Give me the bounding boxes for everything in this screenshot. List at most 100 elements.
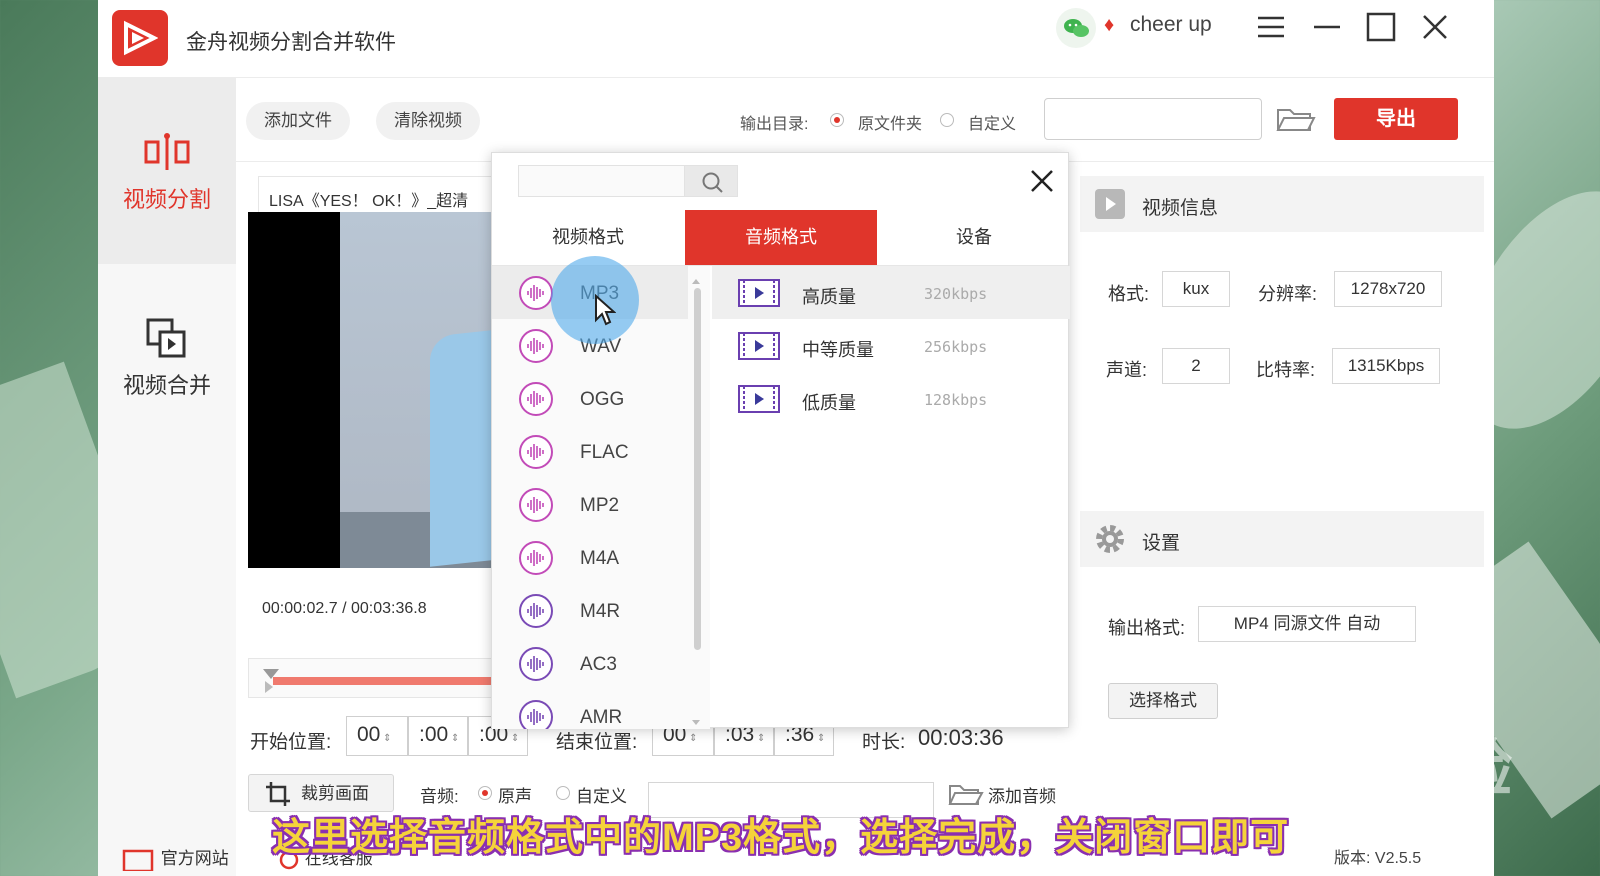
format-item-flac[interactable]: FLAC [492, 425, 688, 478]
audio-wave-icon [519, 329, 553, 363]
video-info-header: 视频信息 [1080, 176, 1484, 232]
official-site-link[interactable]: 官方网站 [122, 844, 229, 872]
sidebar-item-label: 视频合并 [122, 373, 211, 398]
quality-item[interactable]: 高质量 320kbps [712, 266, 1070, 319]
user-name[interactable]: cheer up [1130, 13, 1212, 37]
channels-label: 声道: [1106, 360, 1148, 380]
format-item-mp2[interactable]: MP2 [492, 478, 688, 531]
audio-original-label[interactable]: 原声 [498, 782, 532, 807]
radio-audio-original[interactable] [478, 786, 492, 800]
play-icon [1095, 189, 1125, 219]
add-audio-button[interactable]: 添加音频 [988, 782, 1056, 807]
audio-label: 音频: [420, 787, 459, 806]
app-title: 金舟视频分割合并软件 [186, 31, 396, 54]
format-popup: 视频格式 音频格式 设备 MP3WAVOGGFLACMP2M4AM4RAC3AM… [491, 152, 1070, 729]
sidebar-item-split[interactable]: 视频分割 [98, 78, 236, 264]
sidebar: 视频分割 视频合并 [98, 78, 236, 876]
sidebar-item-merge[interactable]: 视频合并 [98, 264, 236, 450]
format-item-ac3[interactable]: AC3 [492, 637, 688, 690]
format-name: M4R [580, 601, 621, 622]
format-name: AMR [580, 707, 623, 728]
option-original-label[interactable]: 原文件夹 [858, 110, 922, 134]
format-item-m4a[interactable]: M4A [492, 531, 688, 584]
folder-open-icon[interactable] [1276, 106, 1316, 139]
radio-audio-custom[interactable] [556, 786, 570, 800]
audio-wave-icon [519, 435, 553, 469]
settings-title: 设置 [1142, 533, 1181, 554]
version-label: 版本: V2.5.5 [1334, 850, 1422, 867]
radio-custom-folder[interactable] [940, 113, 954, 127]
format-name: OGG [580, 389, 625, 410]
quality-name: 低质量 [802, 393, 856, 413]
add-file-button[interactable]: 添加文件 [246, 102, 350, 140]
video-file-icon [738, 279, 780, 307]
split-icon [144, 133, 190, 170]
output-path-input[interactable] [1044, 98, 1262, 140]
start-minute-input[interactable]: :00 ⇕ [408, 716, 468, 756]
tab-audio-format[interactable]: 音频格式 [685, 210, 877, 265]
clear-video-button[interactable]: 清除视频 [376, 102, 480, 140]
audio-wave-icon [519, 647, 553, 681]
quality-bitrate: 128kbps [924, 391, 988, 409]
menu-icon[interactable] [1254, 10, 1288, 44]
video-file-icon [738, 385, 780, 413]
export-button[interactable]: 导出 [1334, 98, 1458, 140]
channels-value: 2 [1162, 348, 1230, 384]
minimize-icon[interactable] [1310, 10, 1344, 44]
quality-item[interactable]: 中等质量 256kbps [712, 319, 1070, 372]
crop-icon [266, 782, 290, 806]
quality-bitrate: 256kbps [924, 338, 988, 356]
app-logo [112, 10, 168, 66]
start-position-label: 开始位置: [250, 732, 332, 753]
watermark-url: jingyan.baidu.com [1206, 790, 1400, 817]
sidebar-item-label: 视频分割 [122, 187, 211, 212]
search-button[interactable] [684, 165, 738, 197]
scrollbar-thumb[interactable] [694, 288, 701, 650]
choose-format-button[interactable]: 选择格式 [1108, 683, 1218, 719]
output-format-value: MP4 同源文件 自动 [1198, 606, 1416, 642]
mouse-pointer-icon [595, 294, 616, 326]
tab-device[interactable]: 设备 [878, 210, 1070, 265]
audio-wave-icon [519, 700, 553, 729]
tutorial-caption: 这里选择音频格式中的MP3格式，选择完成，关闭窗口即可 [272, 817, 1290, 859]
title-bar: 金舟视频分割合并软件 ♦ cheer up [98, 0, 1494, 78]
quality-bitrate: 320kbps [924, 285, 988, 303]
format-name: FLAC [580, 442, 629, 463]
format-item-m4r[interactable]: M4R [492, 584, 688, 637]
popup-close-icon[interactable] [1028, 167, 1056, 200]
audio-wave-icon [519, 382, 553, 416]
timeline-slider[interactable] [248, 658, 523, 698]
maximize-icon[interactable] [1364, 10, 1398, 44]
video-time: 00:00:02.7 / 00:03:36.8 [262, 600, 427, 617]
audio-wave-icon [519, 594, 553, 628]
folder-open-icon[interactable] [948, 782, 984, 808]
resolution-label: 分辨率: [1258, 284, 1318, 304]
vip-diamond-icon: ♦ [1104, 14, 1115, 36]
bitrate-value: 1315Kbps [1332, 348, 1440, 384]
audio-wave-icon [519, 541, 553, 575]
format-item-ogg[interactable]: OGG [492, 372, 688, 425]
settings-header: 设置 [1080, 511, 1484, 567]
home-icon [122, 849, 154, 872]
duration-value: 00:03:36 [918, 725, 1004, 750]
option-custom-label[interactable]: 自定义 [968, 110, 1016, 134]
format-item-amr[interactable]: AMR [492, 690, 688, 729]
video-file-icon [738, 332, 780, 360]
duration-label: 时长: [862, 732, 906, 753]
end-position-label: 结束位置: [556, 732, 638, 753]
search-icon [702, 172, 723, 193]
audio-wave-icon [519, 276, 553, 310]
video-title: LISA《YES！ OK！》_超清 [258, 176, 518, 212]
quality-item[interactable]: 低质量 128kbps [712, 372, 1070, 425]
close-icon[interactable] [1418, 10, 1452, 44]
start-hour-input[interactable]: 00 ⇕ [346, 716, 408, 756]
radio-original-folder[interactable] [830, 113, 844, 127]
audio-custom-label[interactable]: 自定义 [576, 782, 627, 807]
video-preview[interactable] [248, 212, 518, 568]
format-name: AC3 [580, 654, 617, 675]
audio-wave-icon [519, 488, 553, 522]
format-name: M4A [580, 548, 620, 569]
wechat-icon[interactable] [1056, 8, 1096, 48]
format-value: kux [1162, 271, 1230, 307]
quality-name: 高质量 [802, 287, 856, 307]
